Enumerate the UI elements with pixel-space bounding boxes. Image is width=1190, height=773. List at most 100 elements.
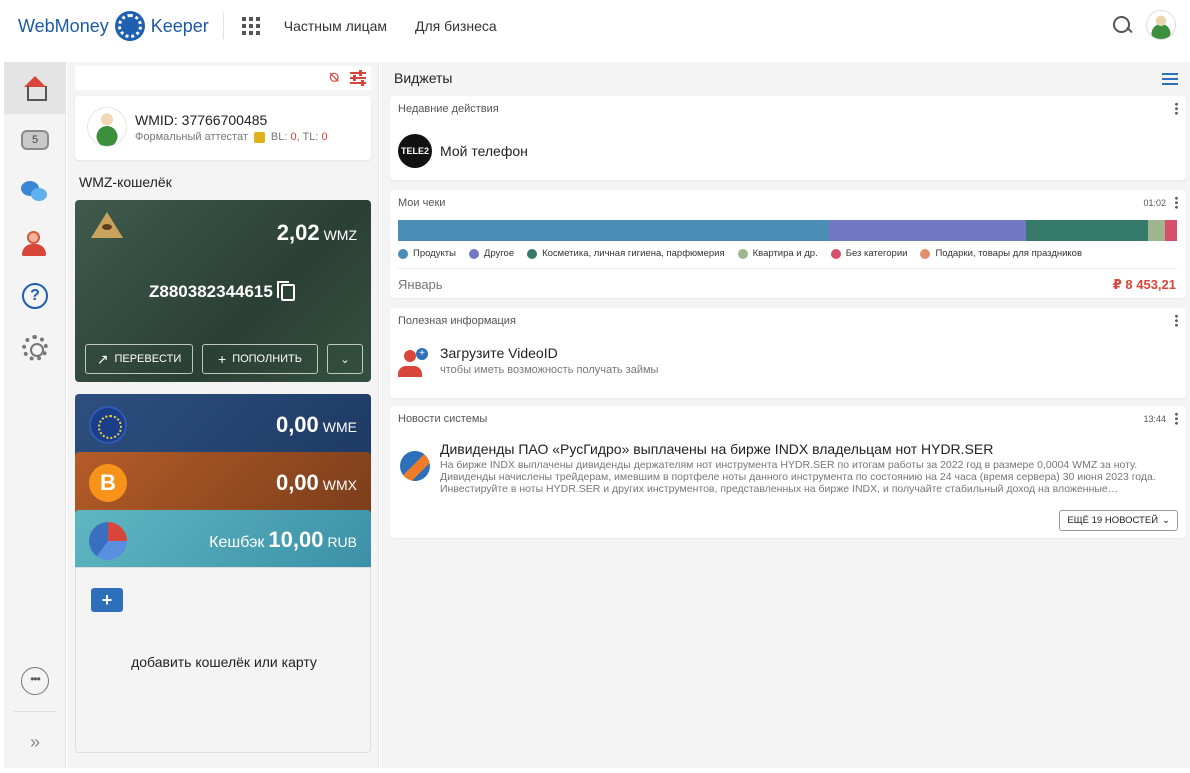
period-label: Январь: [398, 277, 443, 292]
nav-private[interactable]: Частным лицам: [284, 18, 387, 34]
apps-grid-icon[interactable]: [241, 17, 260, 35]
cashback-pie-icon: [89, 522, 127, 560]
profile-card[interactable]: WMID: 37766700485 Формальный аттестат BL…: [75, 96, 371, 160]
purse-number: Z880382344615: [149, 280, 295, 302]
wmid-label: WMID: 37766700485: [135, 112, 268, 128]
widget-news: Новости системы 13:44 Дивиденды ПАО «Рус…: [390, 406, 1186, 538]
more-news-button[interactable]: ЕЩЁ 19 НОВОСТЕЙ ⌄: [1059, 510, 1178, 531]
legend-item: Продукты: [398, 248, 456, 259]
top-header: WebMoney Keeper Частным лицам Для бизнес…: [0, 0, 1190, 52]
legend-item: Косметика, личная гигиена, парфюмерия: [527, 248, 725, 259]
legend-label: Без категории: [845, 248, 908, 259]
logo-text-keeper: Keeper: [150, 15, 209, 36]
sidebar-item-home[interactable]: [4, 62, 66, 114]
logo-text-webmoney: WebMoney: [18, 15, 109, 36]
sidebar-expand[interactable]: »: [4, 716, 66, 768]
kebab-menu-icon[interactable]: [1175, 102, 1178, 115]
indx-logo-icon: [400, 451, 430, 481]
widget-recent-actions: Недавние действия TELE2 Мой телефон: [390, 96, 1186, 180]
videoid-person-icon: [398, 366, 422, 377]
add-wallet-card[interactable]: + добавить кошелёк или карту: [75, 567, 371, 753]
gear-icon: [22, 335, 48, 361]
legend-item: Квартира и др.: [737, 248, 818, 259]
legend-item: Подарки, товары для праздников: [920, 248, 1082, 259]
sidebar-item-contacts[interactable]: [4, 218, 66, 270]
widgets-settings-icon[interactable]: [1162, 71, 1178, 88]
receipts-total: ₽ 8 453,21: [1112, 277, 1176, 292]
sidebar-item-help[interactable]: ?: [4, 270, 66, 322]
bar-segment[interactable]: [828, 220, 1026, 241]
filter-settings-icon[interactable]: [350, 70, 366, 86]
wallet-card-wmz[interactable]: 2,02 WMZ Z880382344615 ↗ ПЕРЕВЕСТИ + ПОПОЛН…: [75, 200, 371, 382]
search-icon[interactable]: [1112, 15, 1132, 35]
cashback-balance: Кешбэк 10,00 RUB: [209, 527, 357, 552]
category-bar[interactable]: [398, 220, 1177, 241]
chevron-down-icon: ⌄: [340, 353, 350, 366]
plus-icon: +: [218, 351, 227, 367]
more-dots-icon: •••: [21, 667, 49, 695]
wmx-balance: 0,00 WMX: [275, 470, 357, 495]
wme-balance: 0,00 WME: [275, 412, 357, 437]
topup-button[interactable]: + ПОПОЛНИТЬ: [202, 344, 318, 374]
kebab-menu-icon[interactable]: [1175, 314, 1178, 327]
tele2-logo: TELE2: [398, 134, 432, 168]
videoid-subtitle: чтобы иметь возможность получать займы: [440, 364, 659, 376]
bar-segment[interactable]: [1025, 220, 1149, 241]
double-chevron-right-icon: »: [29, 731, 40, 752]
nav-business[interactable]: Для бизнеса: [415, 18, 497, 34]
videoid-title[interactable]: Загрузите VideoID: [440, 345, 558, 361]
legend-dot: [468, 248, 479, 259]
contacts-icon: [21, 230, 49, 258]
add-wallet-icon: +: [91, 588, 123, 612]
bl-tl-info: BL: 0, TL: 0: [270, 131, 328, 143]
copy-icon[interactable]: [276, 280, 295, 301]
webmoney-logo[interactable]: WebMoney Keeper: [18, 11, 209, 41]
bar-segment[interactable]: [1148, 220, 1166, 241]
sidebar-item-more[interactable]: •••: [4, 655, 66, 707]
chat-icon: [21, 178, 49, 206]
legend-dot: [398, 248, 408, 259]
recent-action-item[interactable]: Мой телефон: [440, 143, 528, 159]
legend-label: Косметика, личная гигиена, парфюмерия: [542, 248, 725, 259]
sidebar-item-chat[interactable]: [4, 166, 66, 218]
widget-heading: Полезная информация: [398, 315, 516, 327]
transfer-button[interactable]: ↗ ПЕРЕВЕСТИ: [85, 344, 193, 374]
widget-useful-info: Полезная информация Загрузите VideoID чт…: [390, 308, 1186, 398]
bitcoin-coin-icon: B: [89, 464, 127, 502]
help-icon: ?: [22, 283, 48, 309]
bar-segment[interactable]: [1165, 220, 1177, 241]
legend-item: Без категории: [830, 248, 908, 259]
pyramid-eye-icon: [89, 212, 125, 242]
kebab-menu-icon[interactable]: [1175, 412, 1178, 425]
kebab-menu-icon[interactable]: [1175, 196, 1178, 209]
sidebar-item-settings[interactable]: [4, 322, 66, 374]
coins-icon: 5: [21, 130, 49, 150]
user-avatar[interactable]: [1146, 10, 1176, 40]
profile-avatar: [87, 107, 127, 147]
sidebar-item-finance[interactable]: 5: [4, 114, 66, 166]
legend-label: Продукты: [413, 248, 456, 259]
chevron-down-icon: ⌄: [1162, 515, 1170, 526]
arrow-up-right-icon: ↗: [96, 350, 109, 367]
wallets-panel: ⍉ WMID: 37766700485 Формальный аттестат …: [67, 62, 379, 768]
legend-dot: [527, 248, 538, 259]
news-title[interactable]: Дивиденды ПАО «РусГидро» выплачены на би…: [440, 441, 993, 457]
attestat-info: Формальный аттестат BL: 0, TL: 0: [135, 131, 328, 143]
divider: [398, 268, 1177, 269]
wallet-menu-button[interactable]: ⌄: [327, 344, 363, 374]
wmz-balance: 2,02 WMZ: [276, 220, 357, 245]
panel-toolbar: [75, 66, 371, 90]
attestat-badge-icon: [253, 131, 265, 143]
widgets-panel: Виджеты Недавние действия TELE2 Мой теле…: [380, 62, 1190, 768]
bar-segment[interactable]: [398, 220, 829, 241]
widget-receipts: Мои чеки 01:02 Продукты Другое Косметика, …: [390, 190, 1186, 298]
legend-dot: [830, 248, 841, 259]
wallet-heading: WMZ-кошелёк: [79, 174, 172, 190]
widget-time: 01:02: [1143, 198, 1166, 208]
bell-off-icon[interactable]: ⍉: [330, 70, 344, 85]
sidebar: 5 ? ••• »: [4, 62, 66, 768]
category-legend: Продукты Другое Косметика, личная гигиена,…: [398, 248, 1082, 259]
home-icon: [21, 74, 49, 102]
attestat-label: Формальный аттестат: [135, 131, 248, 143]
legend-label: Другое: [483, 248, 515, 259]
